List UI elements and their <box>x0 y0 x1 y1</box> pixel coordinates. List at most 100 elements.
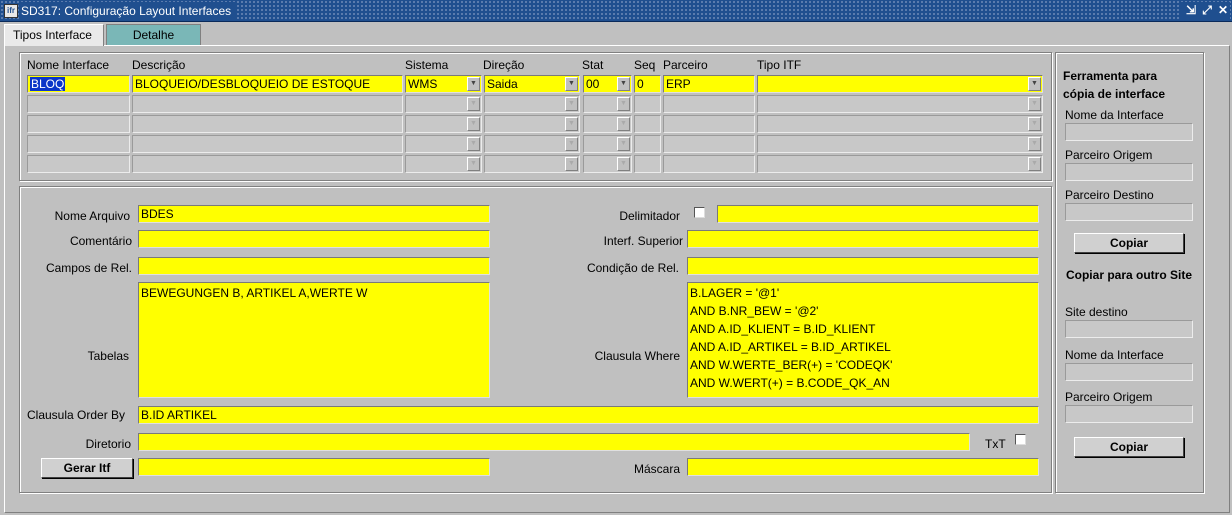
row4-seq[interactable] <box>634 135 661 153</box>
site-nome-interface-field[interactable] <box>1065 363 1193 381</box>
row3-direcao-select[interactable]: ▼ <box>484 115 580 133</box>
row1-direcao-select[interactable]: Saida ▼ <box>484 75 580 93</box>
chevron-down-icon[interactable]: ▼ <box>467 157 480 171</box>
site-destino-label: Site destino <box>1065 305 1128 319</box>
tabelas-field[interactable]: BEWEGUNGEN B, ARTIKEL A,WERTE W <box>138 282 490 398</box>
row5-sistema-select[interactable]: ▼ <box>405 155 482 173</box>
row4-stat-select[interactable]: ▼ <box>583 135 632 153</box>
copiar-site-button[interactable]: Copiar <box>1074 437 1184 457</box>
row3-parceiro[interactable] <box>663 115 755 133</box>
delimitador-checkbox[interactable] <box>694 207 705 218</box>
chevron-down-icon[interactable]: ▼ <box>1028 137 1041 151</box>
gerar-itf-button[interactable]: Gerar Itf <box>41 458 133 478</box>
clausula-where-field[interactable]: B.LAGER = '@1' AND B.NR_BEW = '@2' AND A… <box>687 282 1039 398</box>
row4-parceiro[interactable] <box>663 135 755 153</box>
txt-checkbox[interactable] <box>1015 434 1026 445</box>
row4-nome-interface[interactable] <box>27 135 130 153</box>
chevron-down-icon[interactable]: ▼ <box>467 137 480 151</box>
interf-superior-label: Interf. Superior <box>603 234 683 248</box>
row4-tipo-itf-select[interactable]: ▼ <box>757 135 1043 153</box>
chevron-down-icon[interactable]: ▼ <box>565 157 578 171</box>
row2-seq[interactable] <box>634 95 661 113</box>
delimitador-label: Delimitador <box>619 209 680 223</box>
row4-direcao-select[interactable]: ▼ <box>484 135 580 153</box>
row5-direcao-select[interactable]: ▼ <box>484 155 580 173</box>
chevron-down-icon[interactable]: ▼ <box>1028 117 1041 131</box>
nome-interface2-label: Nome da Interface <box>1065 348 1164 362</box>
chevron-down-icon[interactable]: ▼ <box>617 97 630 111</box>
order-by-field[interactable]: B.ID ARTIKEL <box>138 406 1039 424</box>
row3-nome-interface[interactable] <box>27 115 130 133</box>
copy-parceiro-destino-field[interactable] <box>1065 203 1193 221</box>
copy-tool-title: Ferramenta para cópia de interface <box>1063 69 1166 101</box>
site-destino-field[interactable] <box>1065 320 1193 338</box>
copy-site-title: Copiar para outro Site <box>1065 268 1193 282</box>
tab-detalhe[interactable]: Detalhe <box>106 24 201 46</box>
row1-tipo-itf-select[interactable]: ▼ <box>757 75 1043 93</box>
chevron-down-icon[interactable]: ▼ <box>565 137 578 151</box>
row2-stat-select[interactable]: ▼ <box>583 95 632 113</box>
row4-descricao[interactable] <box>132 135 403 153</box>
clausula-where-label: Clausula Where <box>594 349 680 363</box>
row3-sistema-select[interactable]: ▼ <box>405 115 482 133</box>
row2-sistema-select[interactable]: ▼ <box>405 95 482 113</box>
mascara-field[interactable] <box>687 458 1039 476</box>
campos-rel-field[interactable] <box>138 257 490 275</box>
parceiro-origem-label: Parceiro Origem <box>1065 148 1153 162</box>
chevron-down-icon[interactable]: ▼ <box>467 117 480 131</box>
row5-nome-interface[interactable] <box>27 155 130 173</box>
nome-interface-label: Nome da Interface <box>1065 108 1164 122</box>
site-parceiro-origem-field[interactable] <box>1065 405 1193 423</box>
gerar-itf-field[interactable] <box>138 458 490 476</box>
chevron-down-icon[interactable]: ▼ <box>617 117 630 131</box>
minimize-icon[interactable]: ⇲ <box>1184 2 1198 18</box>
row1-parceiro[interactable]: ERP <box>663 75 755 93</box>
chevron-down-icon[interactable]: ▼ <box>1028 97 1041 111</box>
copy-parceiro-origem-field[interactable] <box>1065 163 1193 181</box>
row2-descricao[interactable] <box>132 95 403 113</box>
row2-parceiro[interactable] <box>663 95 755 113</box>
row5-tipo-itf-select[interactable]: ▼ <box>757 155 1043 173</box>
row3-tipo-itf-select[interactable]: ▼ <box>757 115 1043 133</box>
row3-descricao[interactable] <box>132 115 403 133</box>
chevron-down-icon[interactable]: ▼ <box>467 97 480 111</box>
row3-stat-select[interactable]: ▼ <box>583 115 632 133</box>
condicao-rel-field[interactable] <box>687 257 1039 275</box>
chevron-down-icon[interactable]: ▼ <box>617 157 630 171</box>
txt-label: TxT <box>985 437 1006 451</box>
delimitador-field[interactable] <box>717 205 1039 223</box>
row2-tipo-itf-select[interactable]: ▼ <box>757 95 1043 113</box>
row1-sistema-select[interactable]: WMS ▼ <box>405 75 482 93</box>
diretorio-field[interactable] <box>138 433 970 451</box>
parceiro-origem2-label: Parceiro Origem <box>1065 390 1153 404</box>
chevron-down-icon[interactable]: ▼ <box>617 77 630 91</box>
row5-descricao[interactable] <box>132 155 403 173</box>
tab-tipos-interface[interactable]: Tipos Interface <box>4 24 104 46</box>
row1-stat-select[interactable]: 00 ▼ <box>583 75 632 93</box>
chevron-down-icon[interactable]: ▼ <box>617 137 630 151</box>
row1-descricao[interactable]: BLOQUEIO/DESBLOQUEIO DE ESTOQUE <box>132 75 403 93</box>
chevron-down-icon[interactable]: ▼ <box>1028 77 1041 91</box>
copiar-button[interactable]: Copiar <box>1074 233 1184 253</box>
chevron-down-icon[interactable]: ▼ <box>565 77 578 91</box>
row5-seq[interactable] <box>634 155 661 173</box>
header-tipo-itf: Tipo ITF <box>757 58 802 72</box>
row2-nome-interface[interactable] <box>27 95 130 113</box>
chevron-down-icon[interactable]: ▼ <box>467 77 480 91</box>
row1-seq[interactable]: 0 <box>634 75 661 93</box>
chevron-down-icon[interactable]: ▼ <box>565 117 578 131</box>
row5-parceiro[interactable] <box>663 155 755 173</box>
interf-superior-field[interactable] <box>687 230 1039 248</box>
row1-nome-interface[interactable]: BLOQ <box>27 75 130 93</box>
row4-sistema-select[interactable]: ▼ <box>405 135 482 153</box>
chevron-down-icon[interactable]: ▼ <box>1028 157 1041 171</box>
row3-seq[interactable] <box>634 115 661 133</box>
close-icon[interactable]: ✕ <box>1216 2 1230 18</box>
copy-nome-interface-field[interactable] <box>1065 123 1193 141</box>
nome-arquivo-field[interactable]: BDES <box>138 205 490 223</box>
chevron-down-icon[interactable]: ▼ <box>565 97 578 111</box>
row2-direcao-select[interactable]: ▼ <box>484 95 580 113</box>
comentario-field[interactable] <box>138 230 490 248</box>
row5-stat-select[interactable]: ▼ <box>583 155 632 173</box>
restore-icon[interactable]: ⤢ <box>1200 2 1214 18</box>
